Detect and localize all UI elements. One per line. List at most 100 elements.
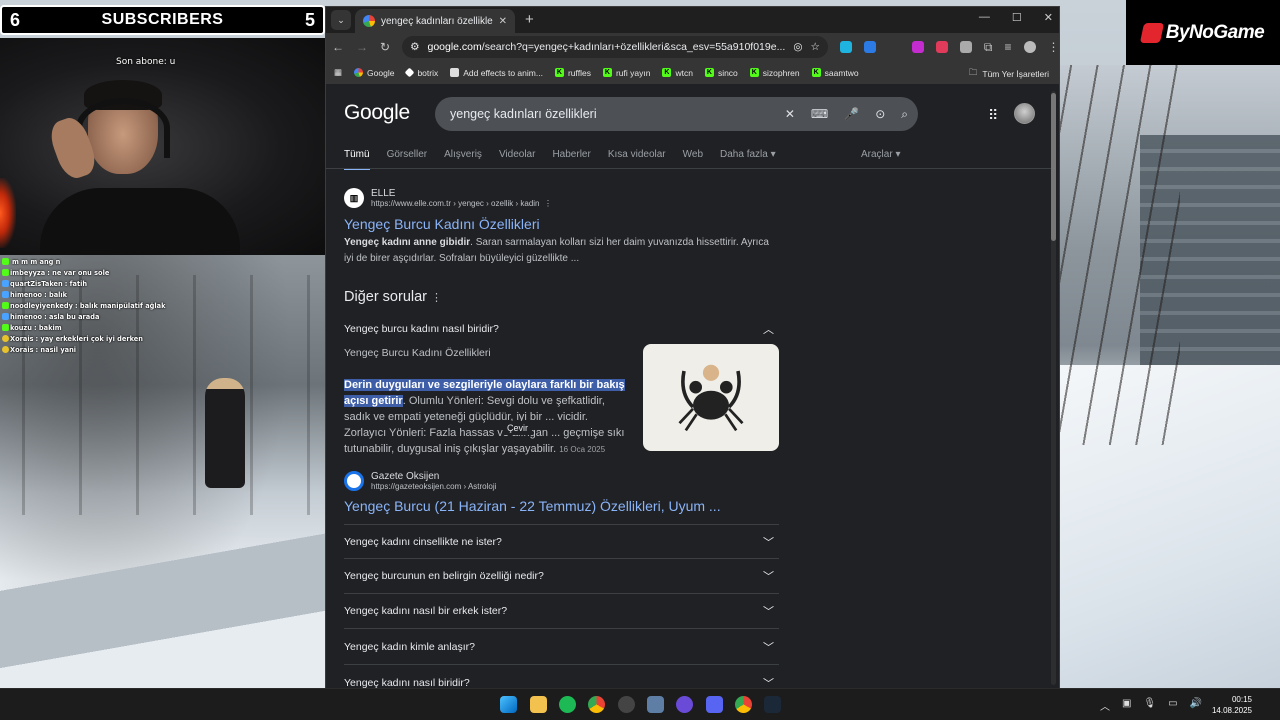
- tab-images[interactable]: Görseller: [387, 149, 428, 170]
- chevron-up-icon[interactable]: ︿: [1100, 698, 1110, 713]
- chrome-icon[interactable]: [588, 696, 605, 713]
- eye-off-icon[interactable]: ◎: [793, 41, 802, 53]
- cancer-zodiac-image[interactable]: [643, 344, 779, 451]
- question-row[interactable]: Yengeç kadını nasıl biridir? ﹀: [344, 665, 779, 690]
- chat-username: imbeyyza: [10, 269, 46, 277]
- tools-button[interactable]: Araçlar ▾: [861, 149, 901, 160]
- search-icon[interactable]: ⌕: [901, 107, 908, 122]
- search-input[interactable]: yengeç kadınları özellikleri ✕ ⌨ 🎤 ⊙ ⌕: [435, 97, 918, 131]
- translate-tooltip[interactable]: Çevir: [503, 421, 533, 435]
- back-icon[interactable]: ←: [332, 40, 344, 54]
- tab-strip: ⌄ yengeç kadınları özellikleri - Go ✕ + …: [326, 7, 1059, 33]
- chat-text: m m m ang n: [12, 258, 61, 266]
- volume-icon[interactable]: 🔊: [1190, 698, 1202, 713]
- site-info-icon[interactable]: ⚙: [410, 41, 419, 53]
- tab-news[interactable]: Haberler: [552, 149, 590, 170]
- url-text: google.com/search?q=yengeç+kadınları+öze…: [427, 41, 786, 53]
- answer-source-link[interactable]: Yengeç Burcu (21 Haziran - 22 Temmuz) Öz…: [344, 498, 721, 514]
- file-explorer-icon[interactable]: [530, 696, 547, 713]
- minimize-icon[interactable]: —: [979, 11, 990, 24]
- extension-play-icon[interactable]: [887, 41, 900, 53]
- bare-tree: [1060, 65, 1180, 445]
- all-bookmarks[interactable]: 🗀 Tüm Yer İşaretleri: [969, 67, 1049, 81]
- extension-7tv-icon[interactable]: [839, 41, 852, 53]
- subs-label: SUBSCRIBERS: [101, 11, 224, 28]
- clock[interactable]: 00:15 14.08.2025: [1212, 694, 1252, 716]
- chat-text: : asla bu arada: [44, 313, 100, 321]
- bookmark-sinco[interactable]: Ksinco: [704, 68, 738, 78]
- bookmark-botrix[interactable]: botrix: [405, 68, 438, 78]
- chrome-active-icon[interactable]: [735, 696, 752, 713]
- mic-tray-icon[interactable]: 🎙: [1143, 698, 1156, 713]
- bookmark-star-icon[interactable]: ☆: [811, 41, 820, 53]
- mic-icon[interactable]: 🎤: [844, 107, 859, 121]
- answer-source[interactable]: Gazete Oksijen https://gazeteoksijen.com…: [344, 471, 496, 491]
- reload-icon[interactable]: ↻: [380, 40, 390, 54]
- google-logo[interactable]: Google: [344, 101, 410, 125]
- tab-all[interactable]: Tümü: [344, 149, 370, 170]
- network-icon[interactable]: ▭: [1168, 698, 1177, 713]
- bookmark-google[interactable]: Google: [354, 68, 394, 78]
- reading-list-icon[interactable]: ≡: [1005, 40, 1012, 54]
- keyboard-icon[interactable]: ⌨: [811, 107, 828, 121]
- apps-grid-icon[interactable]: ▦: [334, 67, 342, 78]
- chevron-down-icon: ﹀: [763, 677, 774, 690]
- tab-videos[interactable]: Videolar: [499, 149, 536, 170]
- extension-gamepad-icon[interactable]: [959, 41, 972, 53]
- question-row[interactable]: Yengeç burcunun en belirgin özelliği ned…: [344, 559, 779, 594]
- bookmark-saamtwo[interactable]: Ksaamtwo: [811, 68, 859, 78]
- source-name: ELLE: [371, 188, 396, 199]
- bookmark-sizophren[interactable]: Ksizophren: [749, 68, 800, 78]
- new-tab-icon[interactable]: +: [525, 11, 534, 28]
- extension-audio-icon[interactable]: [863, 41, 876, 53]
- app-purple-icon[interactable]: [676, 696, 693, 713]
- lens-icon[interactable]: ⊙: [875, 107, 885, 121]
- close-window-icon[interactable]: ✕: [1044, 11, 1053, 24]
- chat-message: himenoo: balık: [0, 290, 325, 301]
- bookmark-add-effects[interactable]: Add effects to anim...: [450, 68, 543, 78]
- spotify-icon[interactable]: [559, 696, 576, 713]
- walking-person: [205, 378, 245, 488]
- bookmark-rufi-yayin[interactable]: Krufi yayın: [602, 68, 650, 78]
- extensions-puzzle-icon[interactable]: ⧉: [984, 40, 993, 55]
- chat-username: Xorais: [10, 346, 34, 354]
- tab-short-videos[interactable]: Kısa videolar: [608, 149, 666, 170]
- profile-avatar-icon[interactable]: [1023, 41, 1036, 53]
- tab-more[interactable]: Daha fazla ▾: [720, 149, 776, 170]
- webcam-feed: [0, 38, 325, 255]
- address-bar[interactable]: ⚙ google.com/search?q=yengeç+kadınları+ö…: [402, 36, 828, 58]
- close-tab-icon[interactable]: ✕: [499, 16, 507, 27]
- kick-icon: K: [662, 68, 672, 77]
- app-tray-icon[interactable]: ▣: [1122, 698, 1131, 713]
- tab-search-button[interactable]: ⌄: [331, 10, 351, 30]
- question-row[interactable]: Yengeç kadını cinsellikte ne ister? ﹀: [344, 524, 779, 559]
- tab-active[interactable]: yengeç kadınları özellikleri - Go ✕: [355, 9, 515, 33]
- result-title-link[interactable]: Yengeç Burcu Kadını Özellikleri: [344, 216, 540, 232]
- forward-icon[interactable]: →: [356, 40, 368, 54]
- chevron-up-icon: ︿: [763, 323, 774, 336]
- bookmark-ruffles[interactable]: Kruffles: [554, 68, 591, 78]
- steam-icon[interactable]: [764, 696, 781, 713]
- tab-web[interactable]: Web: [683, 149, 703, 170]
- question-row[interactable]: Yengeç kadın kimle anlaşır? ﹀: [344, 630, 779, 665]
- discord-icon[interactable]: [706, 696, 723, 713]
- question-expanded[interactable]: Yengeç burcu kadını nasıl biridir? ︿: [344, 311, 779, 346]
- scrollbar-thumb[interactable]: [1051, 93, 1056, 241]
- question-row[interactable]: Yengeç kadını nasıl bir erkek ister? ﹀: [344, 594, 779, 629]
- app-icon[interactable]: [647, 696, 664, 713]
- extension-purple-icon[interactable]: [911, 41, 924, 53]
- obs-icon[interactable]: [618, 696, 635, 713]
- google-apps-icon[interactable]: ⠿: [988, 107, 998, 124]
- source-url: https://www.elle.com.tr › yengec › ozell…: [371, 199, 552, 208]
- result-source[interactable]: ▥ ELLE https://www.elle.com.tr › yengec …: [344, 188, 552, 208]
- maximize-icon[interactable]: ☐: [1012, 11, 1022, 24]
- clear-icon[interactable]: ✕: [785, 107, 795, 121]
- bookmark-wtcn[interactable]: Kwtcn: [662, 68, 693, 78]
- account-avatar[interactable]: [1014, 103, 1035, 124]
- tab-shopping[interactable]: Alışveriş: [444, 149, 482, 170]
- chat-text: : fatih: [64, 280, 88, 288]
- extension-red-icon[interactable]: [935, 41, 948, 53]
- start-icon[interactable]: [500, 696, 517, 713]
- search-query[interactable]: yengeç kadınları özellikleri: [450, 107, 785, 121]
- menu-icon[interactable]: ⋮: [1048, 40, 1059, 54]
